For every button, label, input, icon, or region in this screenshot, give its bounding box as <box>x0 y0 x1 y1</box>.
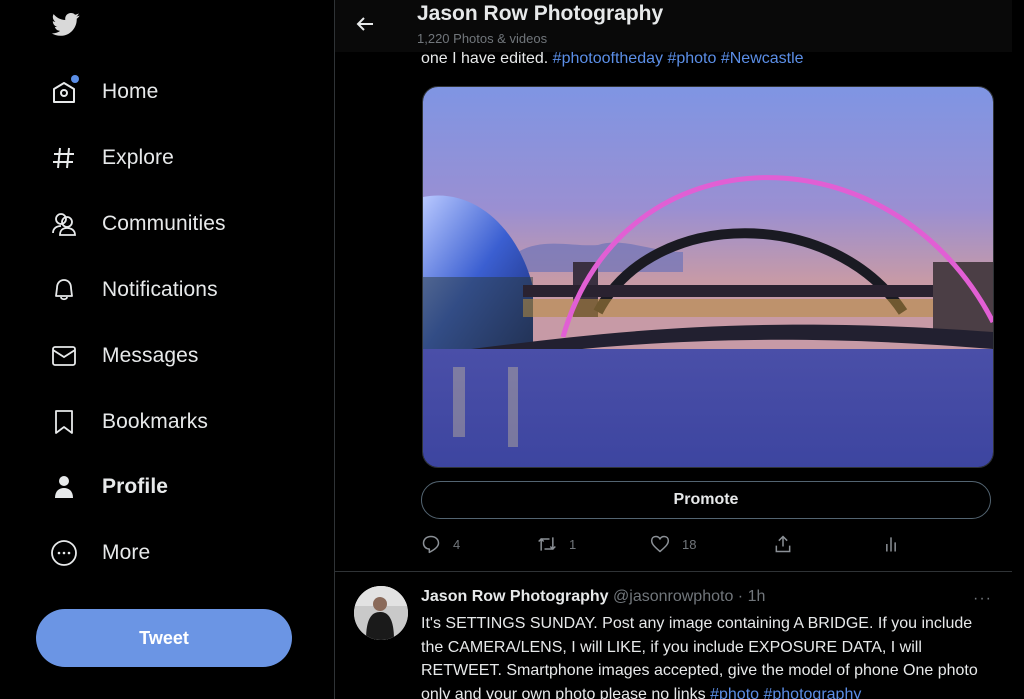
like-count: 18 <box>682 536 697 552</box>
hashtag-icon <box>50 144 78 172</box>
notification-dot <box>71 75 79 83</box>
hashtag-link[interactable]: #photo <box>710 686 759 699</box>
author-name[interactable]: Jason Row Photography <box>421 588 609 605</box>
back-arrow-icon[interactable] <box>353 12 379 36</box>
sidebar-item-more[interactable]: More <box>50 533 150 573</box>
reply-count: 4 <box>453 536 461 552</box>
tweet-text: It's SETTINGS SUNDAY. Post any image con… <box>421 612 996 699</box>
tweet-text-body: It's SETTINGS SUNDAY. Post any image con… <box>421 615 978 699</box>
heart-icon <box>650 535 670 553</box>
analytics-button[interactable] <box>881 534 901 554</box>
sidebar-item-messages[interactable]: Messages <box>50 336 199 376</box>
page-title: Jason Row Photography <box>417 2 664 25</box>
promote-button[interactable]: Promote <box>421 481 991 519</box>
sidebar: Home Explore Communities Notifications M… <box>0 0 334 699</box>
retweet-button[interactable]: 1 <box>537 534 576 554</box>
share-icon <box>775 535 791 553</box>
twitter-bird-icon[interactable] <box>50 10 82 38</box>
page-subtitle: 1,220 Photos & videos <box>417 31 548 46</box>
hashtag-link[interactable]: #photography <box>763 686 861 699</box>
reply-button[interactable]: 4 <box>421 534 460 554</box>
envelope-icon <box>50 342 78 370</box>
share-button[interactable] <box>773 534 793 554</box>
hashtag-link[interactable]: #Newcastle <box>721 50 804 67</box>
tweet-photo[interactable] <box>422 86 994 468</box>
separator: · <box>737 588 744 605</box>
avatar[interactable] <box>354 586 408 640</box>
sidebar-item-communities[interactable]: Communities <box>50 204 226 244</box>
sidebar-item-label: Notifications <box>102 278 218 301</box>
hashtag-link[interactable]: #photooftheday <box>553 50 663 67</box>
sidebar-item-label: Bookmarks <box>102 410 208 433</box>
main-column: Jason Row Photography 1,220 Photos & vid… <box>334 0 1013 699</box>
retweet-count: 1 <box>569 536 577 552</box>
sidebar-item-notifications[interactable]: Notifications <box>50 270 218 310</box>
more-options-icon[interactable]: ··· <box>973 590 992 608</box>
tweet-divider <box>335 571 1012 572</box>
sidebar-item-explore[interactable]: Explore <box>50 138 174 178</box>
communities-icon <box>50 210 78 238</box>
more-circle-icon <box>50 539 78 567</box>
right-gutter <box>1012 0 1024 699</box>
bridge-photo-illustration <box>423 87 993 467</box>
bookmark-icon <box>50 408 78 436</box>
sidebar-item-profile[interactable]: Profile <box>50 467 168 507</box>
sidebar-item-label: More <box>102 541 151 564</box>
profile-header: Jason Row Photography 1,220 Photos & vid… <box>335 0 1012 52</box>
sidebar-item-home[interactable]: Home <box>50 72 158 112</box>
like-button[interactable]: 18 <box>650 534 696 554</box>
bell-icon <box>50 276 78 304</box>
analytics-icon <box>886 537 896 552</box>
sidebar-item-label: Messages <box>102 344 199 367</box>
person-icon <box>50 473 78 501</box>
sidebar-item-label: Profile <box>102 475 169 498</box>
sidebar-item-label: Home <box>102 80 159 103</box>
sidebar-item-label: Explore <box>102 146 174 169</box>
tweet-text-body: one I have edited. <box>421 50 549 67</box>
reply-icon <box>422 535 440 554</box>
tweet-time[interactable]: 1h <box>748 588 766 605</box>
tweet-header: Jason Row Photography @jasonrowphoto · 1… <box>421 588 765 606</box>
tweet-text: one I have edited. #photooftheday #photo… <box>421 50 804 68</box>
hashtag-link[interactable]: #photo <box>667 50 716 67</box>
retweet-icon <box>538 537 556 551</box>
author-handle[interactable]: @jasonrowphoto <box>613 588 733 605</box>
tweet-actions: 4 1 18 <box>421 534 991 558</box>
home-icon <box>50 75 79 106</box>
sidebar-item-label: Communities <box>102 212 226 235</box>
sidebar-item-bookmarks[interactable]: Bookmarks <box>50 402 208 442</box>
tweet-button[interactable]: Tweet <box>36 609 292 667</box>
